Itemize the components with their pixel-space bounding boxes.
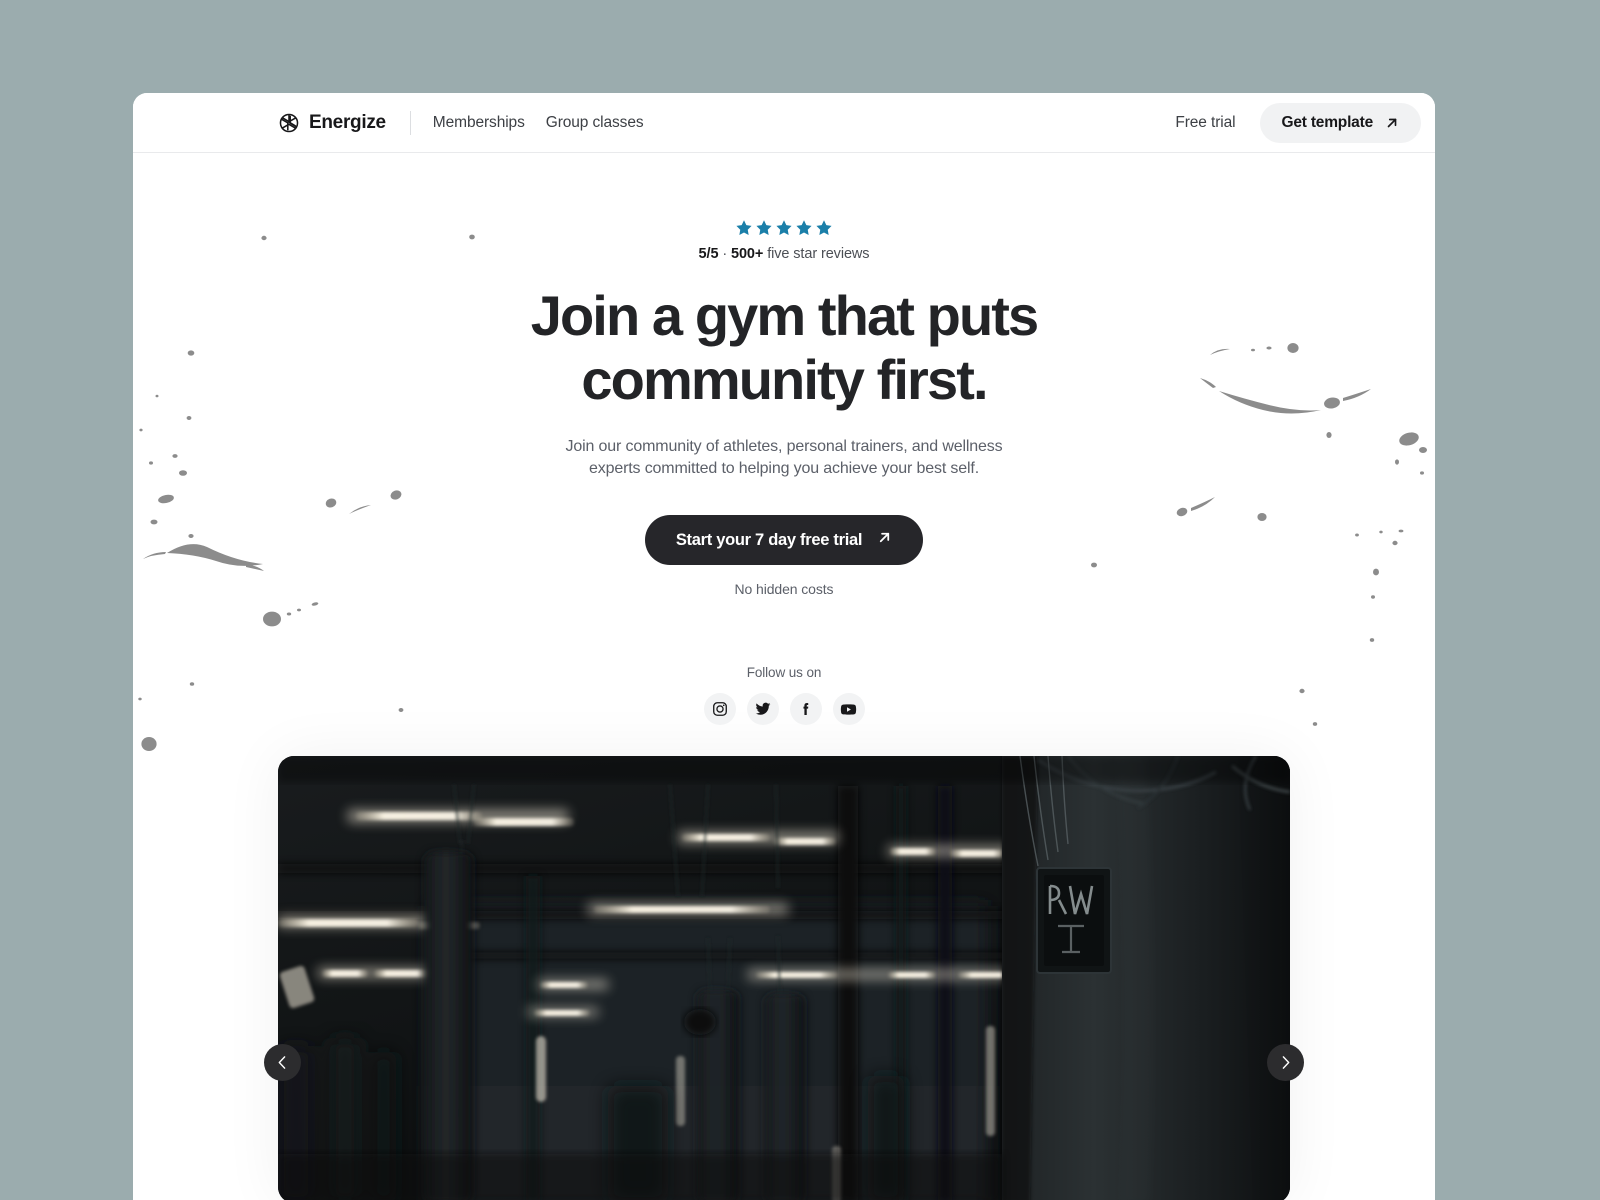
hero-content: 5/5 · 500+ five star reviews Join a gym … xyxy=(133,219,1435,726)
site-card: Energize Memberships Group classes Free … xyxy=(133,93,1435,1200)
nav-divider xyxy=(409,110,411,135)
page-title: Join a gym that puts community first. xyxy=(530,284,1039,411)
social-link-twitter[interactable] xyxy=(746,693,779,726)
nav-link-memberships[interactable]: Memberships xyxy=(433,114,525,132)
social-link-instagram[interactable] xyxy=(703,693,736,726)
start-free-trial-button[interactable]: Start your 7 day free trial xyxy=(644,515,924,566)
arrow-up-right-icon xyxy=(877,530,892,550)
rating-text: 5/5 · 500+ five star reviews xyxy=(133,246,1435,262)
cta-container: Start your 7 day free trial No hidden co… xyxy=(133,515,1435,597)
chevron-left-icon xyxy=(274,1054,291,1071)
carousel-next-button[interactable] xyxy=(1267,1044,1304,1082)
rating-suffix: five star reviews xyxy=(763,246,870,262)
get-template-label: Get template xyxy=(1281,113,1374,131)
facebook-icon xyxy=(798,701,814,717)
carousel-prev-button[interactable] xyxy=(264,1044,301,1082)
star-icon xyxy=(795,219,813,237)
social-links xyxy=(133,693,1435,726)
star-rating xyxy=(133,219,1435,237)
carousel-slide[interactable] xyxy=(278,756,1290,1200)
star-icon xyxy=(735,219,753,237)
rating-score: 5/5 xyxy=(698,246,719,262)
cta-note: No hidden costs xyxy=(734,581,834,598)
star-icon xyxy=(755,219,773,237)
star-icon xyxy=(775,219,793,237)
nav-link-free-trial[interactable]: Free trial xyxy=(1161,114,1249,132)
follow-us-section: Follow us on xyxy=(133,665,1435,726)
aperture-icon xyxy=(278,112,300,134)
brand-logo[interactable]: Energize xyxy=(278,112,386,134)
hero-section: 5/5 · 500+ five star reviews Join a gym … xyxy=(133,153,1435,793)
get-template-button[interactable]: Get template xyxy=(1259,102,1421,143)
youtube-icon xyxy=(840,701,857,718)
chevron-right-icon xyxy=(1277,1054,1294,1071)
rating-separator: · xyxy=(718,246,731,262)
follow-us-label: Follow us on xyxy=(746,665,822,681)
nav-left-group: Energize Memberships Group classes xyxy=(278,110,644,135)
image-carousel xyxy=(133,756,1435,1200)
star-icon xyxy=(815,219,833,237)
nav-links: Memberships Group classes xyxy=(433,114,644,132)
twitter-icon xyxy=(755,701,771,717)
nav-right-group: Free trial Get template xyxy=(1161,102,1421,143)
gym-interior-photo xyxy=(278,756,1290,1200)
nav-link-group-classes[interactable]: Group classes xyxy=(546,114,644,132)
rating-count: 500+ xyxy=(731,246,764,262)
cta-label: Start your 7 day free trial xyxy=(675,530,863,549)
instagram-icon xyxy=(712,701,728,717)
social-link-facebook[interactable] xyxy=(789,693,822,726)
arrow-up-right-icon xyxy=(1385,116,1399,130)
hero-subheadline: Join our community of athletes, personal… xyxy=(565,437,1003,478)
brand-name: Energize xyxy=(309,111,386,133)
top-navigation-bar: Energize Memberships Group classes Free … xyxy=(133,93,1435,153)
social-link-youtube[interactable] xyxy=(832,693,865,726)
